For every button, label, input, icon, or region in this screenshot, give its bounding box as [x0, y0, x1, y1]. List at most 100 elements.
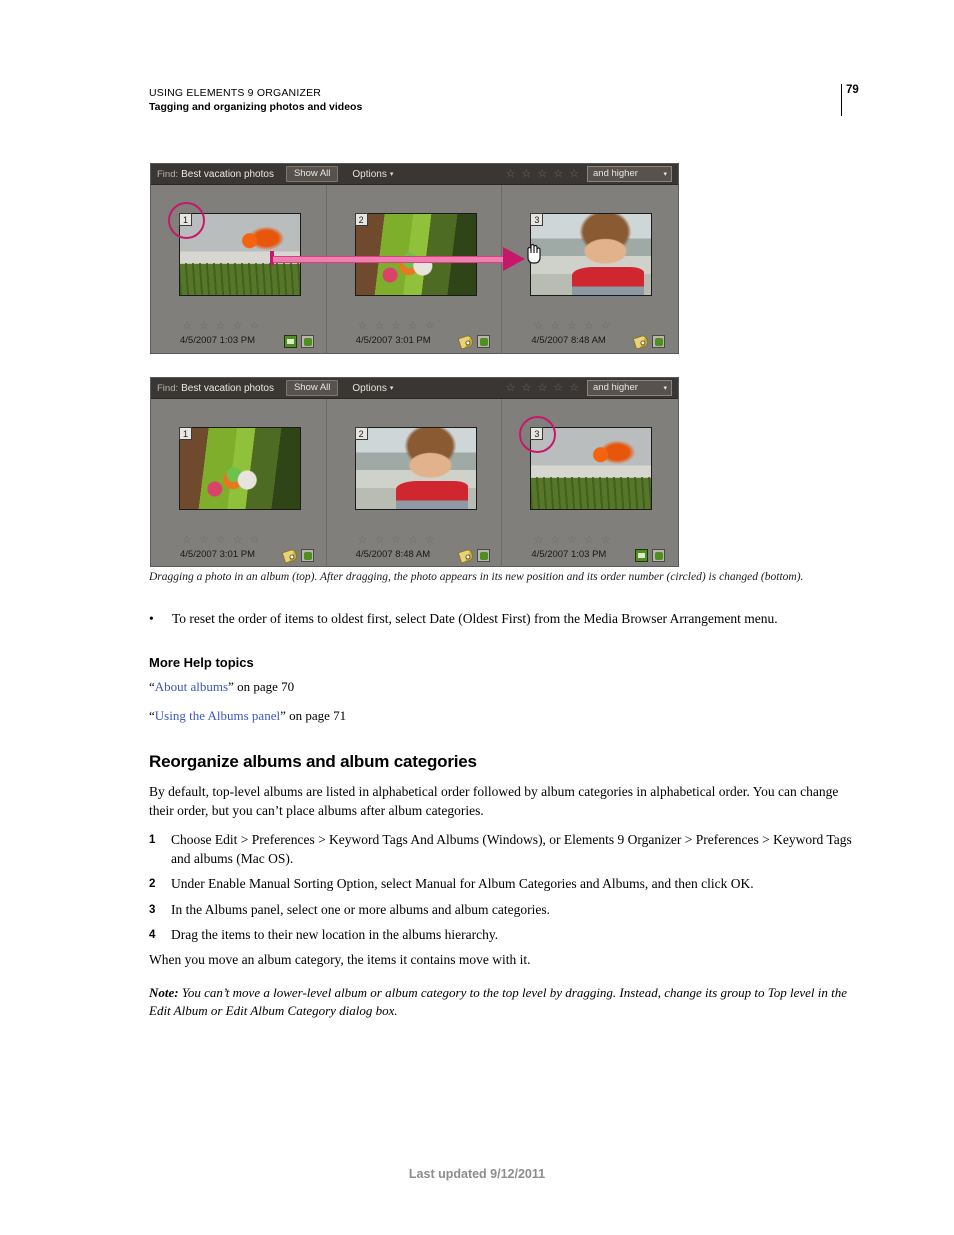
photo-thumbnail[interactable]	[179, 213, 301, 296]
star-icon[interactable]: ☆	[391, 535, 401, 546]
thumbnail-wrapper[interactable]: 3	[519, 416, 653, 510]
show-all-button[interactable]: Show All	[285, 380, 339, 396]
photo-thumbnail[interactable]	[530, 427, 653, 510]
options-menu[interactable]: Options ▾	[352, 383, 393, 394]
order-number-badge: 3	[530, 213, 544, 226]
star-icon[interactable]: ☆	[233, 535, 243, 546]
star-icon[interactable]: ☆	[553, 382, 563, 394]
page-footer: Last updated 9/12/2011	[408, 1167, 546, 1181]
item-rating-stars[interactable]: ☆ ☆ ☆ ☆ ☆	[182, 535, 259, 546]
photo-thumbnail[interactable]	[179, 427, 301, 510]
drag-arrow-head	[503, 247, 525, 271]
item-rating-stars[interactable]: ☆ ☆ ☆ ☆ ☆	[533, 535, 610, 546]
star-icon[interactable]: ☆	[567, 535, 577, 546]
item-rating-stars[interactable]: ☆ ☆ ☆ ☆ ☆	[358, 321, 435, 332]
find-label: Find:	[157, 382, 179, 394]
star-icon[interactable]: ☆	[391, 321, 401, 332]
star-icon[interactable]: ☆	[584, 535, 594, 546]
chevron-down-icon: ▾	[389, 384, 394, 392]
star-icon[interactable]: ☆	[537, 168, 547, 180]
item-meta-row: 4/5/2007 8:48 AM	[356, 547, 496, 564]
star-icon[interactable]: ☆	[375, 321, 385, 332]
star-icon[interactable]: ☆	[601, 321, 611, 332]
thumbnail-wrapper[interactable]: 2	[354, 213, 477, 296]
link-using-the-albums-panel[interactable]: Using the Albums panel	[155, 708, 280, 723]
star-icon[interactable]: ☆	[569, 168, 579, 180]
star-icon[interactable]: ☆	[584, 321, 594, 332]
show-all-button[interactable]: Show All	[285, 166, 339, 182]
media-item[interactable]: 3 ☆ ☆ ☆ ☆ ☆ 4/5/2007 1:03 PM	[502, 399, 678, 567]
star-icon[interactable]: ☆	[358, 321, 368, 332]
media-item[interactable]: 1 ☆ ☆ ☆ ☆ ☆ 4/5/2007 3:01 PM	[151, 399, 327, 567]
thumbnail-wrapper[interactable]: 2	[354, 427, 477, 510]
star-icon[interactable]: ☆	[358, 535, 368, 546]
album-icon	[301, 549, 314, 562]
rating-comparison-value: and higher	[593, 382, 638, 393]
star-icon[interactable]: ☆	[533, 321, 543, 332]
star-icon[interactable]: ☆	[250, 535, 260, 546]
star-icon[interactable]: ☆	[216, 321, 226, 332]
note-label: Note:	[149, 985, 179, 1000]
star-icon[interactable]: ☆	[601, 535, 611, 546]
thumbnail-wrapper[interactable]: 1	[179, 427, 301, 510]
star-icon[interactable]: ☆	[408, 535, 418, 546]
star-icon[interactable]: ☆	[199, 535, 209, 546]
options-menu[interactable]: Options ▾	[352, 169, 393, 180]
star-icon[interactable]: ☆	[216, 535, 226, 546]
photo-image-girl	[355, 428, 476, 509]
star-icon[interactable]: ☆	[550, 321, 560, 332]
star-icon[interactable]: ☆	[522, 382, 532, 394]
page-number: 79	[846, 84, 859, 96]
star-icon[interactable]: ☆	[250, 321, 260, 332]
media-browser-toolbar: Find: Best vacation photos Show All Opti…	[151, 164, 678, 185]
step-number: 2	[149, 878, 156, 890]
media-item[interactable]: 2 ☆ ☆ ☆ ☆ ☆ 4/5/2007 3:01 PM	[327, 185, 503, 353]
star-icon[interactable]: ☆	[506, 168, 516, 180]
rating-comparison-select[interactable]: and higher ▾	[587, 166, 672, 182]
star-icon[interactable]: ☆	[425, 535, 435, 546]
thumbnail-wrapper[interactable]: 1	[168, 202, 301, 296]
star-icon[interactable]: ☆	[537, 382, 547, 394]
order-number-badge: 1	[179, 213, 192, 226]
star-icon[interactable]: ☆	[199, 321, 209, 332]
photo-thumbnail[interactable]	[354, 427, 477, 510]
note-text: You can’t move a lower-level album or al…	[149, 985, 848, 1018]
rating-comparison-select[interactable]: and higher ▾	[587, 380, 672, 396]
star-icon[interactable]: ☆	[375, 535, 385, 546]
step-text: Under Enable Manual Sorting Option, sele…	[171, 876, 754, 891]
media-item[interactable]: 1 ☆ ☆ ☆ ☆ ☆ 4/5/2007 1:03 PM	[151, 185, 327, 353]
star-icon[interactable]: ☆	[233, 321, 243, 332]
star-icon[interactable]: ☆	[553, 168, 563, 180]
star-icon[interactable]: ☆	[182, 321, 192, 332]
move-category-paragraph: When you move an album category, the ite…	[149, 952, 531, 967]
star-icon[interactable]: ☆	[506, 382, 516, 394]
item-badge-icons	[281, 547, 314, 564]
item-rating-stars[interactable]: ☆ ☆ ☆ ☆ ☆	[358, 535, 435, 546]
star-icon[interactable]: ☆	[425, 321, 435, 332]
bullet-list-item: • To reset the order of items to oldest …	[149, 610, 855, 628]
star-icon[interactable]: ☆	[522, 168, 532, 180]
star-icon[interactable]: ☆	[533, 535, 543, 546]
star-icon[interactable]: ☆	[569, 382, 579, 394]
order-number-badge: 2	[354, 213, 368, 226]
photo-thumbnail[interactable]	[530, 213, 653, 296]
rating-filter-stars[interactable]: ☆ ☆ ☆ ☆ ☆	[506, 168, 579, 180]
star-icon[interactable]: ☆	[408, 321, 418, 332]
link-about-albums[interactable]: About albums	[155, 679, 228, 694]
media-item[interactable]: 2 ☆ ☆ ☆ ☆ ☆ 4/5/2007 8:48 AM	[327, 399, 503, 567]
item-badge-icons	[284, 335, 314, 348]
star-icon[interactable]: ☆	[567, 321, 577, 332]
rating-filter-stars[interactable]: ☆ ☆ ☆ ☆ ☆	[506, 382, 579, 394]
star-icon[interactable]: ☆	[182, 535, 192, 546]
photo-thumbnail[interactable]	[354, 213, 477, 296]
album-icon	[301, 335, 314, 348]
options-label: Options	[352, 168, 387, 180]
item-meta-row: 4/5/2007 3:01 PM	[356, 333, 496, 350]
item-date: 4/5/2007 1:03 PM	[531, 549, 607, 560]
item-rating-stars[interactable]: ☆ ☆ ☆ ☆ ☆	[182, 321, 259, 332]
star-icon[interactable]: ☆	[550, 535, 560, 546]
header-document-title: USING ELEMENTS 9 ORGANIZER	[149, 87, 322, 99]
thumbnail-wrapper[interactable]: 3	[530, 213, 653, 296]
item-rating-stars[interactable]: ☆ ☆ ☆ ☆ ☆	[533, 321, 610, 332]
tag-icon	[457, 547, 475, 564]
